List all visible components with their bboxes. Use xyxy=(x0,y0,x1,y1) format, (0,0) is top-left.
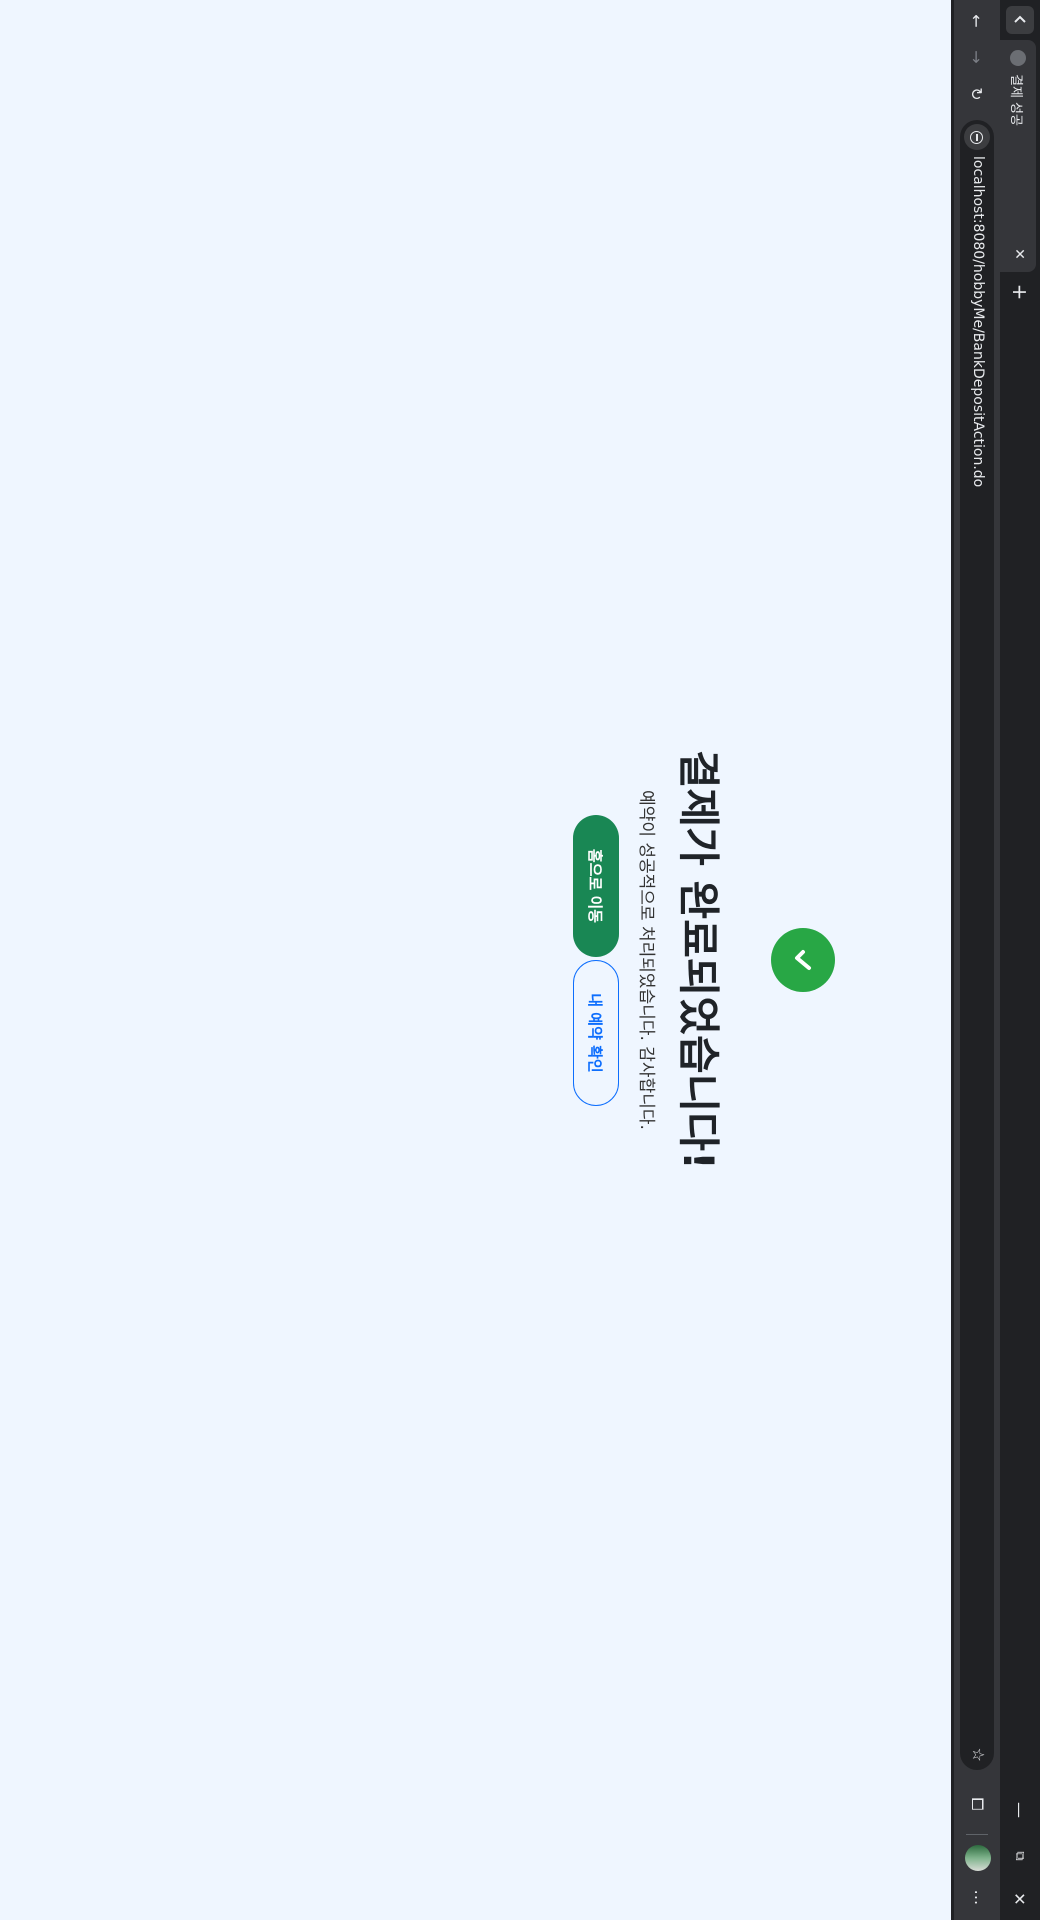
extensions-icon[interactable]: ⧠ xyxy=(963,1790,991,1818)
home-button[interactable]: 홈으로 이동 xyxy=(573,815,619,957)
forward-button[interactable]: → xyxy=(963,43,991,71)
browser-toolbar: ← → ↻ localhost:8080/hobbyMe/BankDeposit… xyxy=(954,0,1000,1920)
close-window-button[interactable]: ✕ xyxy=(1006,1882,1034,1916)
menu-button[interactable]: ⋯ xyxy=(963,1884,991,1912)
restore-button[interactable]: ⧉ xyxy=(1006,1836,1034,1876)
url-text[interactable]: localhost:8080/hobbyMe/BankDepositAction… xyxy=(970,156,986,487)
back-button[interactable]: ← xyxy=(963,7,991,35)
tab-strip: 결제 성공 ✕ + — ⧉ ✕ xyxy=(1000,0,1040,1920)
profile-avatar[interactable] xyxy=(965,1845,991,1871)
browser-window: 결제 성공 ✕ + — ⧉ ✕ ← → ↻ localhost:8080/hob… xyxy=(0,0,1040,1920)
page-content: 결제가 완료되었습니다! 예약이 성공적으로 처리되었습니다. 감사합니다. 홈… xyxy=(0,0,951,1920)
tab-scroll-button[interactable] xyxy=(1006,6,1034,34)
address-bar[interactable]: localhost:8080/hobbyMe/BankDepositAction… xyxy=(960,120,994,1770)
toolbar-divider xyxy=(966,1834,988,1835)
my-reservations-button[interactable]: 내 예약 확인 xyxy=(573,960,619,1106)
tab-close-icon[interactable]: ✕ xyxy=(1009,244,1029,264)
globe-icon xyxy=(1010,50,1026,66)
chevron-left-icon xyxy=(1014,15,1026,23)
tab-active[interactable]: 결제 성공 ✕ xyxy=(1000,40,1036,272)
new-tab-button[interactable]: + xyxy=(1006,278,1034,306)
site-info-icon[interactable] xyxy=(964,124,990,150)
success-message: 예약이 성공적으로 처리되었습니다. 감사합니다. xyxy=(636,790,656,1130)
tab-title: 결제 성공 xyxy=(1008,74,1023,126)
bookmark-star-icon[interactable]: ☆ xyxy=(969,1748,988,1762)
page-title: 결제가 완료되었습니다! xyxy=(674,749,723,1171)
reload-button[interactable]: ↻ xyxy=(963,80,991,108)
check-icon xyxy=(771,928,835,992)
minimize-button[interactable]: — xyxy=(1006,1790,1034,1830)
